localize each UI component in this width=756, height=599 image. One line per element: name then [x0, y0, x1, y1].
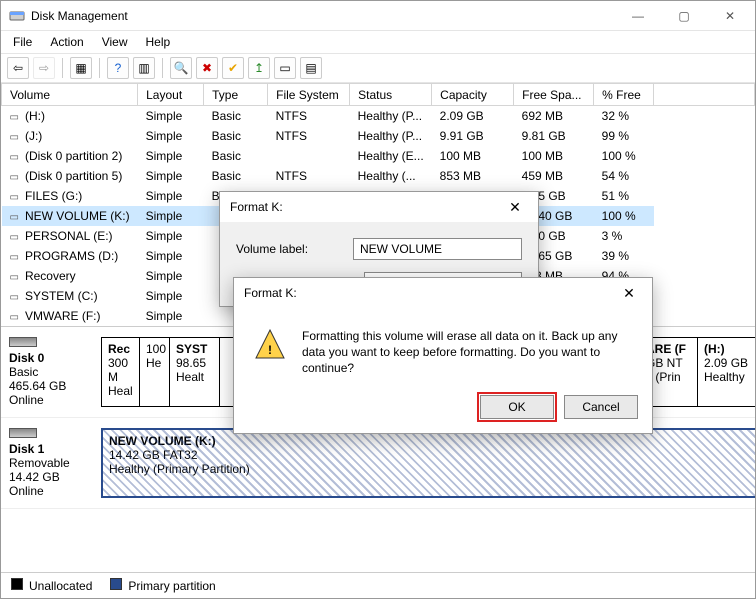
disk-info: Disk 1Removable14.42 GBOnline — [9, 428, 89, 498]
table-row[interactable]: (J:)SimpleBasicNTFSHealthy (P...9.91 GB9… — [2, 126, 755, 146]
help-icon[interactable]: ? — [107, 57, 129, 79]
format-dialog-close-icon[interactable]: ✕ — [498, 195, 532, 219]
maximize-button[interactable]: ▢ — [661, 2, 707, 30]
column-header[interactable]: % Free — [594, 84, 654, 106]
show-hide-icon[interactable]: ▦ — [70, 57, 92, 79]
confirm-dialog-close-icon[interactable]: ✕ — [612, 281, 646, 305]
svg-text:!: ! — [268, 343, 272, 357]
toolbar: ⇦ ⇨ ▦ ? ▥ 🔍 ✖ ✔ ↥ ▭ ▤ — [1, 53, 755, 83]
up-icon[interactable]: ↥ — [248, 57, 270, 79]
partition[interactable]: NEW VOLUME (K:)14.42 GB FAT32Healthy (Pr… — [103, 430, 723, 496]
refresh-icon[interactable]: ▥ — [133, 57, 155, 79]
warning-icon: ! — [254, 328, 286, 360]
column-header[interactable]: Volume — [2, 84, 138, 106]
partition[interactable]: SYST98.65Healt — [170, 338, 220, 406]
disk-info: Disk 0Basic465.64 GBOnline — [9, 337, 89, 407]
ok-button[interactable]: OK — [480, 395, 554, 419]
window-title: Disk Management — [31, 9, 615, 23]
back-button[interactable]: ⇦ — [7, 57, 29, 79]
menu-action[interactable]: Action — [42, 32, 91, 52]
legend-primary: Primary partition — [110, 578, 215, 593]
partition[interactable]: 100He — [140, 338, 170, 406]
ok-check-icon[interactable]: ✔ — [222, 57, 244, 79]
list-icon[interactable]: ▤ — [300, 57, 322, 79]
title-bar: Disk Management — ▢ ✕ — [1, 1, 755, 31]
rescan-icon[interactable]: 🔍 — [170, 57, 192, 79]
format-dialog-title: Format K: — [230, 200, 498, 214]
properties-icon[interactable]: ▭ — [274, 57, 296, 79]
format-dialog-titlebar[interactable]: Format K: ✕ — [220, 192, 538, 222]
legend-unallocated: Unallocated — [11, 578, 92, 593]
minimize-button[interactable]: — — [615, 2, 661, 30]
confirm-dialog-title: Format K: — [244, 286, 612, 300]
delete-icon[interactable]: ✖ — [196, 57, 218, 79]
table-row[interactable]: (Disk 0 partition 5)SimpleBasicNTFSHealt… — [2, 166, 755, 186]
confirm-message: Formatting this volume will erase all da… — [302, 328, 632, 377]
volume-label-input[interactable] — [353, 238, 522, 260]
column-header[interactable]: Status — [350, 84, 432, 106]
cancel-button[interactable]: Cancel — [564, 395, 638, 419]
table-row[interactable]: (H:)SimpleBasicNTFSHealthy (P...2.09 GB6… — [2, 106, 755, 127]
close-button[interactable]: ✕ — [707, 2, 753, 30]
menu-help[interactable]: Help — [138, 32, 179, 52]
confirm-dialog-titlebar[interactable]: Format K: ✕ — [234, 278, 652, 308]
menu-file[interactable]: File — [5, 32, 40, 52]
menu-bar: File Action View Help — [1, 31, 755, 53]
app-icon — [9, 8, 25, 24]
menu-view[interactable]: View — [94, 32, 136, 52]
forward-button[interactable]: ⇨ — [33, 57, 55, 79]
volume-label-label: Volume label: — [236, 242, 335, 256]
partition-strip: NEW VOLUME (K:)14.42 GB FAT32Healthy (Pr… — [101, 428, 755, 498]
disk-icon — [9, 337, 37, 347]
column-header[interactable]: Capacity — [432, 84, 514, 106]
column-header[interactable]: Layout — [138, 84, 204, 106]
column-header[interactable]: File System — [268, 84, 350, 106]
column-header[interactable]: Free Spa... — [514, 84, 594, 106]
partition[interactable]: (H:)2.09 GBHealthy — [698, 338, 755, 406]
legend: Unallocated Primary partition — [1, 572, 755, 598]
table-row[interactable]: (Disk 0 partition 2)SimpleBasicHealthy (… — [2, 146, 755, 166]
column-header[interactable]: Type — [204, 84, 268, 106]
confirm-dialog: Format K: ✕ ! Formatting this volume wil… — [233, 277, 653, 434]
disk-icon — [9, 428, 37, 438]
partition[interactable]: Rec300 MHeal — [102, 338, 140, 406]
